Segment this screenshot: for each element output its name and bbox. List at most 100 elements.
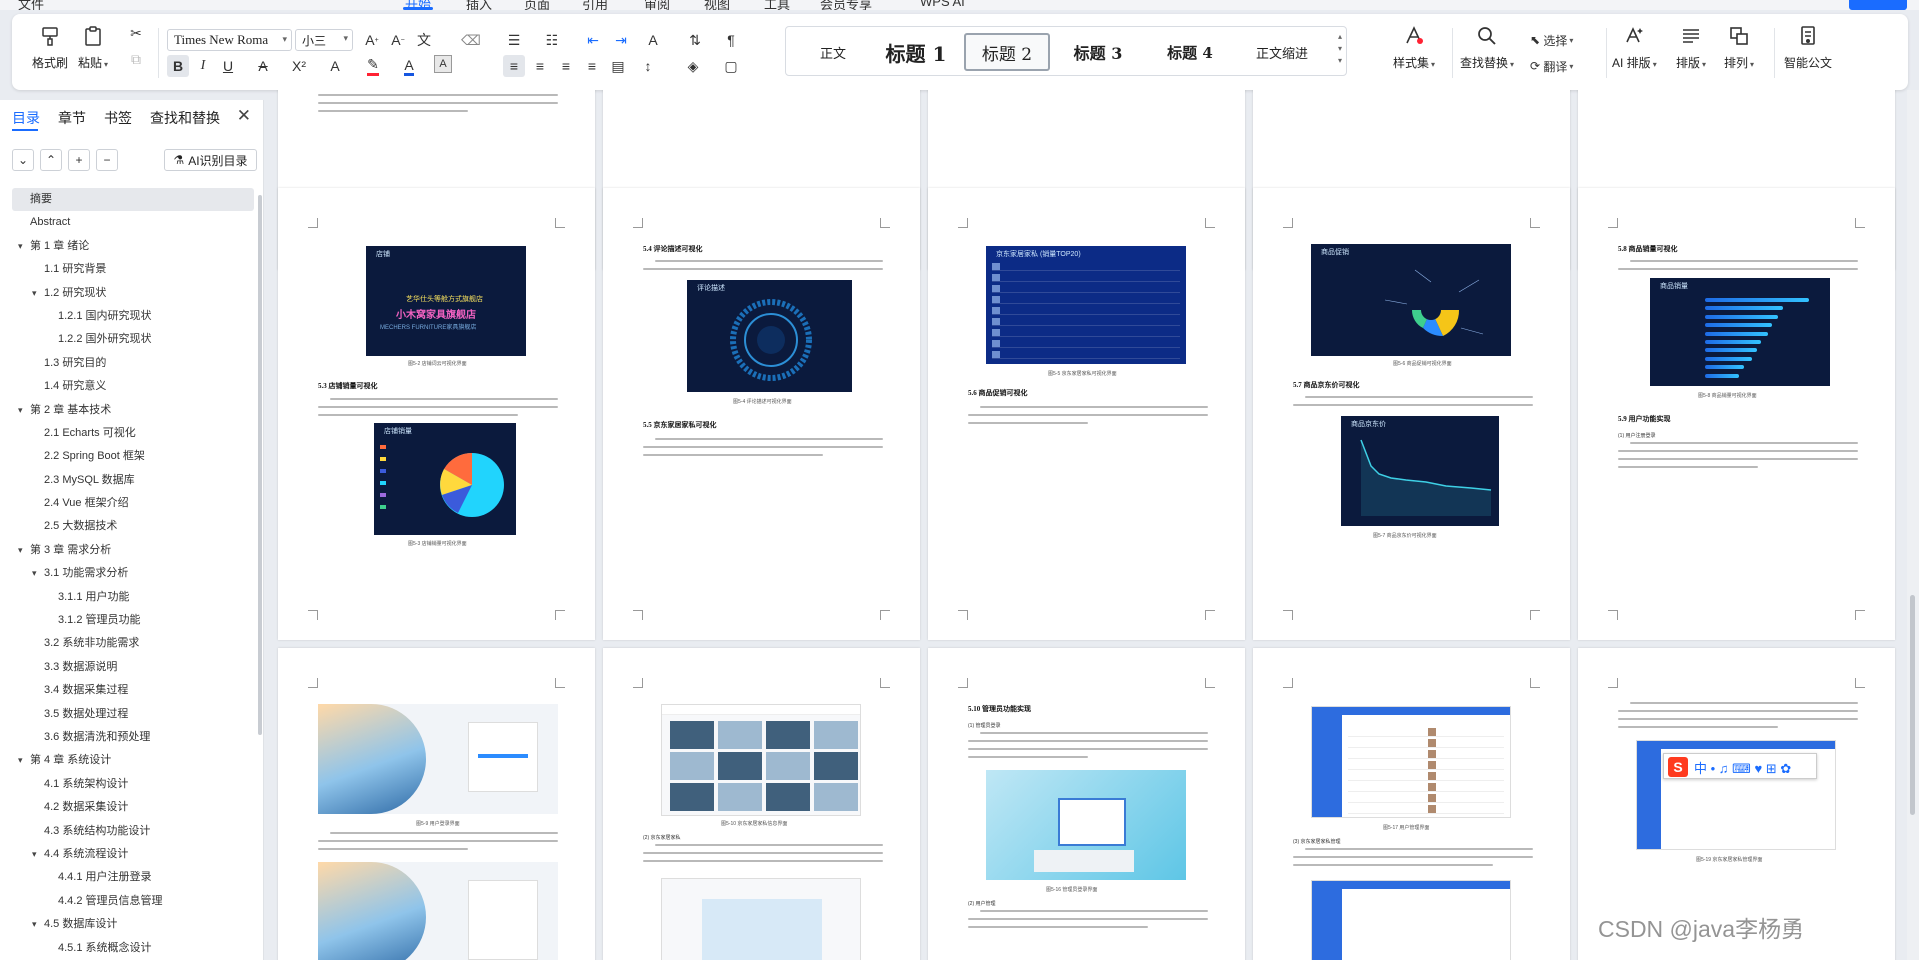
- toc-item[interactable]: 3.4 数据采集过程: [12, 679, 254, 702]
- toc-item[interactable]: 2.2 Spring Boot 框架: [12, 445, 254, 468]
- smart-doc-button[interactable]: 智能公文: [1784, 22, 1832, 71]
- justify-icon[interactable]: ≡: [581, 55, 603, 77]
- bold-icon[interactable]: B: [167, 55, 189, 77]
- share-button[interactable]: [1849, 0, 1907, 10]
- grow-font-icon[interactable]: A +: [361, 29, 383, 51]
- remove-heading-icon[interactable]: −: [96, 149, 118, 171]
- style-heading-3[interactable]: 标题 3: [1056, 33, 1140, 71]
- borders-icon[interactable]: ▢: [720, 55, 742, 77]
- arrange-button[interactable]: 排列 ▾: [1724, 22, 1754, 71]
- toc-item[interactable]: 2.4 Vue 框架介绍: [12, 492, 254, 515]
- style-heading-4[interactable]: 标题 4: [1148, 33, 1232, 71]
- toc-item[interactable]: 3.2 系统非功能需求: [12, 632, 254, 655]
- text-direction-icon[interactable]: A: [642, 29, 664, 51]
- sort-icon[interactable]: ⇅: [684, 29, 706, 51]
- decrease-indent-icon[interactable]: ⇤: [582, 29, 604, 51]
- tab-find-replace[interactable]: 查找和替换: [150, 108, 220, 128]
- distribute-icon[interactable]: ▤: [607, 55, 629, 77]
- chevron-down-icon[interactable]: ▾: [32, 562, 37, 585]
- toc-item[interactable]: 3.3 数据源说明: [12, 656, 254, 679]
- expand-up-icon[interactable]: ⌃: [40, 149, 62, 171]
- chevron-down-icon[interactable]: ▾: [32, 913, 37, 936]
- toc-item[interactable]: ▾ 第 3 章 需求分析: [12, 539, 254, 562]
- bullets-icon[interactable]: ☰: [503, 29, 525, 51]
- tab-sections[interactable]: 章节: [58, 108, 86, 128]
- close-icon[interactable]: ✕: [237, 106, 251, 126]
- change-case-icon[interactable]: 文: [413, 29, 435, 51]
- chevron-down-icon[interactable]: ▾: [32, 282, 37, 305]
- menu-insert[interactable]: 插入: [466, 0, 492, 10]
- layout-button[interactable]: 排版 ▾: [1676, 22, 1706, 71]
- toc-item[interactable]: ▾ 1.2 研究现状: [12, 282, 254, 305]
- toc-item[interactable]: 3.1.2 管理员功能: [12, 609, 254, 632]
- show-marks-icon[interactable]: ¶: [720, 29, 742, 51]
- toc-item[interactable]: 1.1 研究背景: [12, 258, 254, 281]
- toc-item[interactable]: ▾ 4.5 数据库设计: [12, 913, 254, 936]
- cut-icon[interactable]: ✂: [125, 22, 147, 44]
- text-effect-icon[interactable]: A: [324, 55, 346, 77]
- menu-file[interactable]: 文件: [18, 0, 44, 10]
- toc-item[interactable]: 4.4.1 用户注册登录: [12, 866, 254, 889]
- toc-item[interactable]: 1.2.1 国内研究现状: [12, 305, 254, 328]
- toc-item[interactable]: 3.6 数据清洗和预处理: [12, 726, 254, 749]
- toc-item[interactable]: 2.3 MySQL 数据库: [12, 469, 254, 492]
- toc-item[interactable]: 2.1 Echarts 可视化: [12, 422, 254, 445]
- toc-item[interactable]: 3.1.1 用户功能: [12, 586, 254, 609]
- align-right-icon[interactable]: ≡: [555, 55, 577, 77]
- chevron-down-icon[interactable]: ▾: [32, 843, 37, 866]
- ai-layout-button[interactable]: AI 排版 ▾: [1612, 22, 1657, 71]
- italic-icon[interactable]: I: [192, 55, 214, 77]
- menu-member[interactable]: 会员专享: [820, 0, 872, 10]
- tab-bookmarks[interactable]: 书签: [104, 108, 132, 128]
- toc-item[interactable]: 3.5 数据处理过程: [12, 703, 254, 726]
- toc-item[interactable]: 4.3 系统结构功能设计: [12, 820, 254, 843]
- char-shading-icon[interactable]: A: [434, 55, 452, 73]
- menu-review[interactable]: 审阅: [644, 0, 670, 10]
- shrink-font-icon[interactable]: A −: [387, 29, 409, 51]
- format-painter-button[interactable]: 格式刷: [32, 22, 68, 71]
- find-replace-button[interactable]: 查找替换 ▾: [1460, 22, 1514, 71]
- line-spacing-icon[interactable]: ↕: [637, 55, 659, 77]
- nav-scrollbar[interactable]: [258, 195, 262, 735]
- shading-icon[interactable]: ◈: [682, 55, 704, 77]
- style-heading-1[interactable]: 标题 1: [876, 33, 956, 71]
- styles-more-icon[interactable]: ▴ ▾ ▾: [1338, 31, 1342, 67]
- toc-item[interactable]: Abstract: [12, 211, 254, 234]
- style-set-button[interactable]: 样式集 ▾: [1393, 22, 1435, 71]
- align-left-icon[interactable]: ≡: [503, 55, 525, 77]
- underline-icon[interactable]: U: [217, 55, 239, 77]
- align-center-icon[interactable]: ≡: [529, 55, 551, 77]
- style-normal[interactable]: 正文: [798, 33, 868, 71]
- ai-toc-button[interactable]: ⚗ AI识别目录: [164, 149, 257, 171]
- menu-references[interactable]: 引用: [582, 0, 608, 10]
- menu-page[interactable]: 页面: [524, 0, 550, 10]
- increase-indent-icon[interactable]: ⇥: [610, 29, 632, 51]
- tab-toc[interactable]: 目录: [12, 108, 40, 128]
- select-button[interactable]: ⬉ 选择 ▾: [1530, 29, 1600, 51]
- toc-item[interactable]: ▾ 第 4 章 系统设计: [12, 749, 254, 772]
- toc-item[interactable]: ▾ 4.4 系统流程设计: [12, 843, 254, 866]
- style-heading-2[interactable]: 标题 2: [964, 33, 1050, 71]
- chevron-down-icon[interactable]: ▾: [18, 235, 23, 258]
- toc-item[interactable]: 2.5 大数据技术: [12, 515, 254, 538]
- toc-item[interactable]: 4.5.1 系统概念设计: [12, 937, 254, 960]
- toc-item[interactable]: 4.2 数据采集设计: [12, 796, 254, 819]
- chevron-down-icon[interactable]: ▾: [18, 399, 23, 422]
- document-scrollbar[interactable]: [1907, 90, 1919, 960]
- strikethrough-icon[interactable]: A: [252, 55, 274, 77]
- scrollbar-thumb[interactable]: [1910, 595, 1915, 815]
- font-name-select[interactable]: Times New Roma ▾: [167, 29, 292, 51]
- toc-item[interactable]: ▾ 3.1 功能需求分析: [12, 562, 254, 585]
- chevron-down-icon[interactable]: ▾: [18, 749, 23, 772]
- font-size-select[interactable]: 小三 ▾: [295, 29, 353, 51]
- copy-icon[interactable]: ⧉: [125, 48, 147, 70]
- paste-button[interactable]: 粘贴 ▾: [78, 22, 108, 71]
- toc-item[interactable]: ▾ 第 1 章 绪论: [12, 235, 254, 258]
- superscript-icon[interactable]: X²: [288, 55, 310, 77]
- toc-item[interactable]: 1.2.2 国外研究现状: [12, 328, 254, 351]
- menu-view[interactable]: 视图: [704, 0, 730, 10]
- chevron-down-icon[interactable]: ▾: [18, 539, 23, 562]
- toc-item[interactable]: 1.3 研究目的: [12, 352, 254, 375]
- toc-item[interactable]: 4.1 系统架构设计: [12, 773, 254, 796]
- toc-item[interactable]: ▾ 第 2 章 基本技术: [12, 399, 254, 422]
